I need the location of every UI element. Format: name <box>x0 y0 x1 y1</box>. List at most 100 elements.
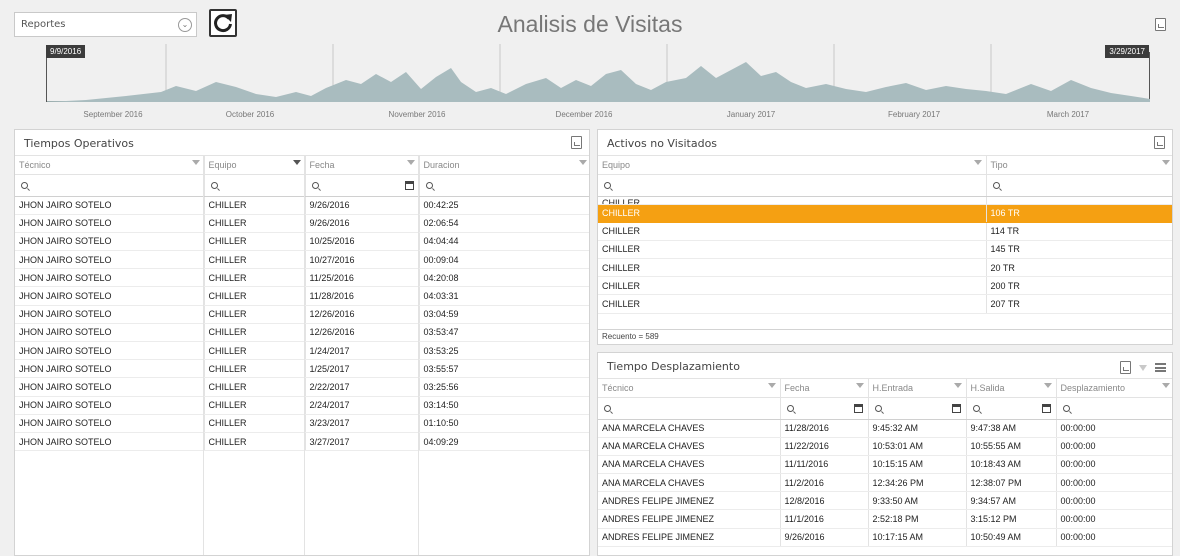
filter-icon[interactable] <box>406 160 415 165</box>
table-cell: 20 TR <box>986 258 1172 278</box>
table-cell: 10/27/2016 <box>305 250 420 270</box>
filter-cell-duracion[interactable] <box>419 174 589 197</box>
export-button[interactable] <box>1154 136 1165 149</box>
table-cell: CHILLER <box>598 222 987 241</box>
table-row[interactable]: ANA MARCELA CHAVES 11/28/2016 9:45:32 AM 9:… <box>598 419 1172 438</box>
filter-cell-fecha[interactable] <box>305 174 420 197</box>
table-row[interactable]: JHON JAIRO SOTELO CHILLER 12/26/2016 03:53:… <box>15 323 589 343</box>
filter-cell-equipo[interactable] <box>598 174 987 197</box>
table-row[interactable]: JHON JAIRO SOTELO CHILLER 3/27/2017 04:09:2… <box>15 432 589 452</box>
filter-icon[interactable] <box>1139 364 1147 371</box>
export-icon <box>1154 136 1165 149</box>
column-header-fecha[interactable]: Fecha <box>780 379 869 398</box>
table-row[interactable]: ANA MARCELA CHAVES 11/11/2016 10:15:15 AM 1… <box>598 455 1172 475</box>
range-start-handle[interactable]: 9/9/2016 <box>46 45 86 58</box>
export-icon[interactable] <box>1120 361 1131 374</box>
table-row[interactable]: JHON JAIRO SOTELO CHILLER 2/22/2017 03:25:5… <box>15 377 589 397</box>
table-row[interactable]: CHILLER 145 TR <box>598 240 1172 260</box>
table-row[interactable]: ANDRES FELIPE JIMENEZ 11/1/2016 2:52:18 PM… <box>598 509 1172 529</box>
table-row[interactable]: ANDRES FELIPE JIMENEZ 9/26/2016 10:17:15 A… <box>598 528 1172 547</box>
column-header-tecnico[interactable]: Técnico <box>15 156 205 175</box>
column-header-label: Desplazamiento <box>1060 382 1126 393</box>
table-row[interactable]: JHON JAIRO SOTELO CHILLER 1/24/2017 03:53:2… <box>15 341 589 361</box>
table-cell: 00:00:00 <box>1056 491 1172 511</box>
table-row[interactable]: CHILLER 207 TR <box>598 294 1172 314</box>
filter-icon[interactable] <box>292 160 301 165</box>
table-row[interactable]: CHILLER 200 TR <box>598 276 1172 296</box>
filter-icon[interactable] <box>855 383 864 388</box>
filter-cell-tipo[interactable] <box>986 174 1172 197</box>
filter-cell-tecnico[interactable] <box>15 174 205 197</box>
table-cell: 12/8/2016 <box>780 491 869 511</box>
table-row[interactable]: CHILLER 20 TR <box>598 258 1172 278</box>
filter-icon[interactable] <box>191 160 200 165</box>
calendar-icon[interactable] <box>1041 403 1051 413</box>
column-chooser-icon[interactable] <box>1155 363 1166 372</box>
column-header-duracion[interactable]: Duracion <box>419 156 589 175</box>
filter-icon[interactable] <box>767 383 776 388</box>
column-header-equipo[interactable]: Equipo <box>598 156 987 175</box>
filter-icon[interactable] <box>1043 383 1052 388</box>
filter-cell-h-salida[interactable] <box>966 397 1057 420</box>
table-row[interactable]: CHILLER 114 TR <box>598 222 1172 241</box>
table-row[interactable]: JHON JAIRO SOTELO CHILLER 10/25/2016 04:04:… <box>15 232 589 252</box>
column-header-equipo[interactable]: Equipo <box>204 156 306 175</box>
calendar-icon[interactable] <box>853 403 863 413</box>
panel-header: Activos no Visitados <box>598 130 1172 156</box>
calendar-icon[interactable] <box>951 403 961 413</box>
filter-cell-equipo[interactable] <box>204 174 306 197</box>
filter-icon[interactable] <box>1161 383 1170 388</box>
filter-cell-fecha[interactable] <box>780 397 869 420</box>
table-cell: 00:00:00 <box>1056 437 1172 456</box>
column-header-fecha[interactable]: Fecha <box>305 156 420 175</box>
export-button[interactable] <box>571 136 582 149</box>
table-cell: CHILLER <box>204 305 306 324</box>
table-row[interactable]: JHON JAIRO SOTELO CHILLER 9/26/2016 02:06:5… <box>15 214 589 233</box>
filter-icon[interactable] <box>578 160 587 165</box>
column-header-tipo[interactable]: Tipo <box>986 156 1172 175</box>
column-header-h-entrada[interactable]: H.Entrada <box>868 379 967 398</box>
table-cell: ANA MARCELA CHAVES <box>598 473 781 493</box>
filter-cell-h-entrada[interactable] <box>868 397 967 420</box>
table-row[interactable]: JHON JAIRO SOTELO CHILLER 9/26/2016 00:42:2… <box>15 196 589 215</box>
table-row[interactable]: JHON JAIRO SOTELO CHILLER 3/23/2017 01:10:5… <box>15 414 589 433</box>
search-icon <box>21 182 28 190</box>
range-end-handle[interactable]: 3/29/2017 <box>1105 45 1149 58</box>
table-row[interactable]: CHILLER <box>598 196 1172 205</box>
table-cell: 9:47:38 AM <box>966 419 1057 438</box>
table-cell: 1/25/2017 <box>305 359 420 379</box>
table-row[interactable]: JHON JAIRO SOTELO CHILLER 12/26/2016 03:04:… <box>15 305 589 324</box>
table-row[interactable]: JHON JAIRO SOTELO CHILLER 11/28/2016 04:03:… <box>15 286 589 306</box>
filter-icon[interactable] <box>953 383 962 388</box>
filter-cell-tecnico[interactable] <box>598 397 781 420</box>
search-icon <box>604 405 611 413</box>
export-button[interactable] <box>1155 18 1166 31</box>
table-row[interactable]: JHON JAIRO SOTELO CHILLER 2/24/2017 03:14:5… <box>15 396 589 415</box>
table-row[interactable]: JHON JAIRO SOTELO CHILLER 11/25/2016 04:20:… <box>15 268 589 288</box>
table-cell: JHON JAIRO SOTELO <box>15 359 205 379</box>
table-row[interactable]: ANDRES FELIPE JIMENEZ 12/8/2016 9:33:50 AM… <box>598 491 1172 511</box>
column-header-tecnico[interactable]: Técnico <box>598 379 781 398</box>
table-row[interactable]: CHILLER 106 TR <box>598 204 1172 223</box>
table-row[interactable]: JHON JAIRO SOTELO CHILLER 1/25/2017 03:55:5… <box>15 359 589 379</box>
filter-icon[interactable] <box>1161 160 1170 165</box>
table-cell: CHILLER <box>598 276 987 296</box>
calendar-icon[interactable] <box>404 180 414 190</box>
table-cell: 207 TR <box>986 294 1172 314</box>
column-header-h-salida[interactable]: H.Salida <box>966 379 1057 398</box>
table-row[interactable]: ANA MARCELA CHAVES 11/22/2016 10:53:01 AM 1… <box>598 437 1172 456</box>
table-row[interactable]: ANA MARCELA CHAVES 11/2/2016 12:34:26 PM 12… <box>598 473 1172 493</box>
table-cell: 03:04:59 <box>419 305 589 324</box>
table-cell: 10:17:15 AM <box>868 528 967 547</box>
table-cell: CHILLER <box>204 286 306 306</box>
table-cell: ANA MARCELA CHAVES <box>598 419 781 438</box>
table-cell: JHON JAIRO SOTELO <box>15 196 205 215</box>
column-header-label: H.Entrada <box>872 382 914 393</box>
table-row[interactable]: JHON JAIRO SOTELO CHILLER 10/27/2016 00:09:… <box>15 250 589 270</box>
timeline-range-selector[interactable] <box>46 44 1150 102</box>
column-header-desplazamiento[interactable]: Desplazamiento <box>1056 379 1172 398</box>
column-header-label: Fecha <box>309 159 335 170</box>
table-cell: ANDRES FELIPE JIMENEZ <box>598 528 781 547</box>
filter-cell-desplazamiento[interactable] <box>1056 397 1172 420</box>
filter-icon[interactable] <box>973 160 982 165</box>
